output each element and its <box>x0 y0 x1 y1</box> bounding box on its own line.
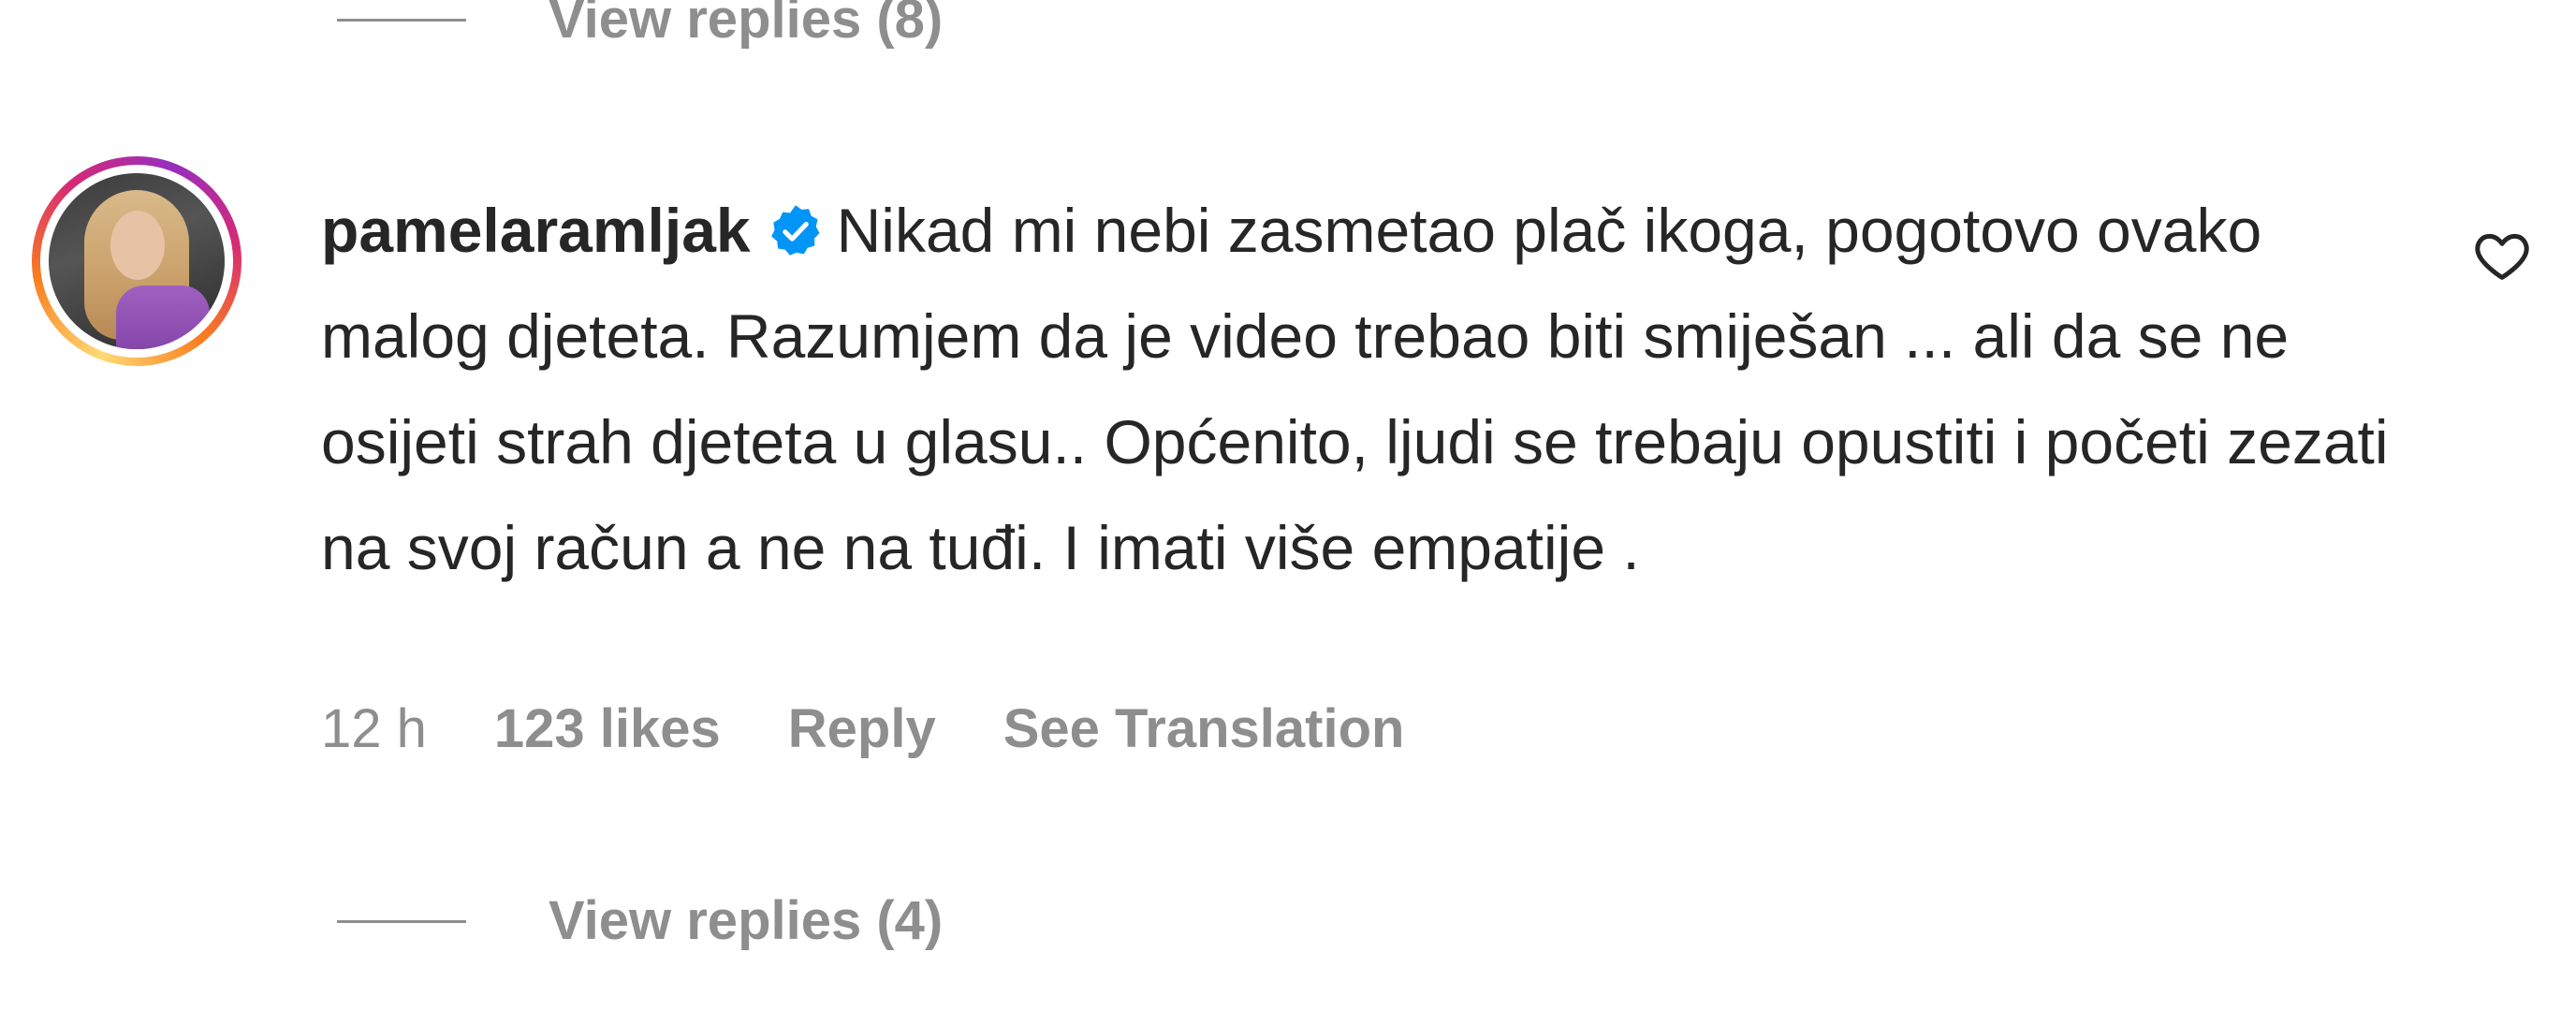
comment-username[interactable]: pamelaramljak <box>321 196 751 265</box>
replies-divider-line <box>337 919 466 923</box>
avatar <box>49 173 225 349</box>
avatar-ring-gap <box>40 165 233 358</box>
see-translation-button[interactable]: See Translation <box>1003 702 1405 756</box>
comment-body: pamelaramljak Nikad mi nebi zasmetao pla… <box>321 178 2408 601</box>
verified-badge-icon <box>770 205 820 256</box>
reply-button[interactable]: Reply <box>788 702 936 756</box>
comment-timestamp: 12 h <box>321 698 427 759</box>
heart-outline-icon[interactable] <box>2471 225 2533 286</box>
view-replies-button-top[interactable]: View replies (8) <box>337 0 943 47</box>
view-replies-button[interactable]: View replies (4) <box>337 894 943 948</box>
likes-count-button[interactable]: 123 likes <box>494 702 721 756</box>
view-replies-label: View replies (4) <box>549 890 944 951</box>
replies-divider-line <box>337 18 466 22</box>
comment-meta-row: 12 h 123 likes Reply See Translation <box>321 702 1404 756</box>
view-replies-label: View replies (8) <box>549 0 944 50</box>
avatar-story-ring[interactable] <box>32 156 242 366</box>
